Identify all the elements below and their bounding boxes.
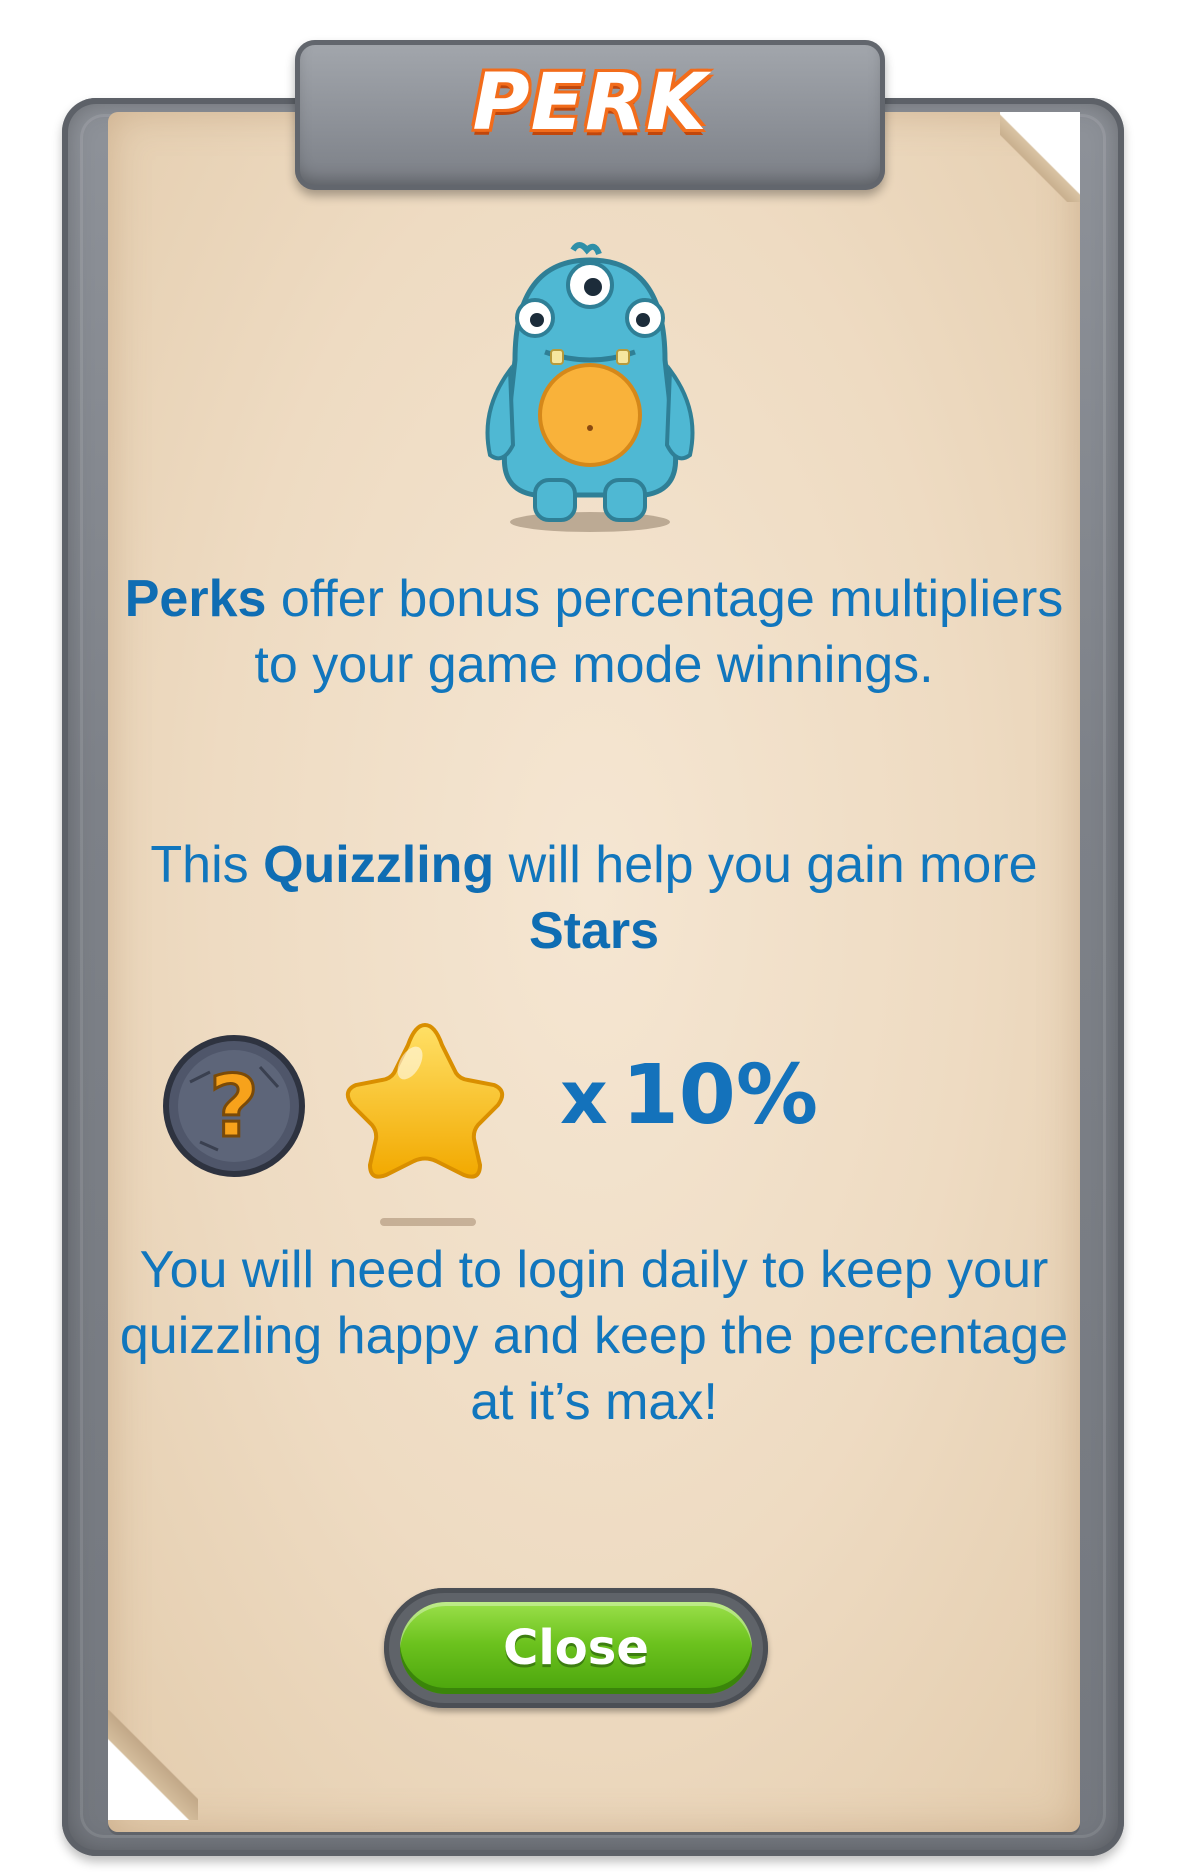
stars-bold: Stars xyxy=(528,902,660,960)
quizzling-text-2: will help you gain more xyxy=(494,836,1038,894)
quizzling-monster-icon xyxy=(485,242,695,532)
quizzling-text-1: This xyxy=(150,836,264,894)
question-mark-stone-icon: ? xyxy=(163,1035,305,1177)
svg-text:?: ? xyxy=(209,1057,259,1157)
divider-shadow xyxy=(380,1218,476,1226)
perks-bold: Perks xyxy=(124,570,267,628)
multiplier-percent: 10% xyxy=(621,1048,819,1143)
quizzling-bold: Quizzling xyxy=(263,836,495,894)
quizzling-description: This Quizzling will help you gain more S… xyxy=(108,832,1080,964)
parchment-curl-bottom-left xyxy=(108,1710,198,1820)
close-button[interactable]: Close xyxy=(400,1602,752,1694)
dialog-title: PERK xyxy=(472,58,708,148)
multiplier-value: x 10% xyxy=(560,1048,860,1148)
perks-description-rest: offer bonus percentage multipliers to yo… xyxy=(254,570,1064,694)
login-reminder: You will need to login daily to keep you… xyxy=(119,1241,1069,1431)
star-icon xyxy=(345,1022,505,1179)
perks-description: Perks offer bonus percentage multipliers… xyxy=(108,566,1080,698)
parchment-curl-top-right xyxy=(1000,112,1080,202)
multiplier-x: x xyxy=(560,1055,608,1141)
